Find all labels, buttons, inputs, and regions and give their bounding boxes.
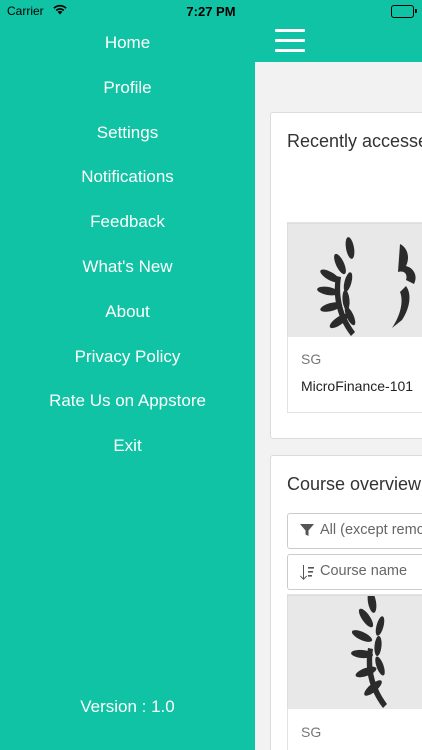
course-sort-label: Course name — [320, 563, 408, 579]
menu-item-privacy-policy[interactable]: Privacy Policy — [0, 335, 255, 380]
version-label: Version : 1.0 — [80, 697, 175, 716]
menu-item-notifications[interactable]: Notifications — [0, 155, 255, 200]
menu-item-settings[interactable]: Settings — [0, 111, 255, 156]
hamburger-menu-icon[interactable] — [275, 29, 305, 53]
laurel-logo-icon — [317, 237, 416, 336]
course-filter-label: All (except removed from view) — [320, 522, 422, 538]
menu-item-home[interactable]: Home — [0, 21, 255, 66]
course-overview-title: Course overview — [287, 474, 422, 494]
menu-item-feedback[interactable]: Feedback — [0, 200, 255, 245]
course-category: SG — [301, 351, 322, 367]
course-image[interactable] — [287, 223, 422, 337]
course-overview-card: Course overview All (except removed from… — [270, 455, 422, 750]
menu-item-profile[interactable]: Profile — [0, 66, 255, 111]
clock: 7:27 PM — [186, 4, 236, 19]
course-name-link[interactable]: MicroFinance-101 — [301, 378, 413, 394]
course-filter-dropdown[interactable]: All (except removed from view) — [287, 513, 422, 549]
menu-item-rate-us[interactable]: Rate Us on Appstore — [0, 379, 255, 424]
status-bar: Carrier 7:27 PM — [0, 0, 422, 22]
drawer-menu: Home Profile Settings Notifications Feed… — [0, 21, 255, 469]
main-content: Recently accessed courses — [255, 62, 422, 750]
laurel-logo-icon — [351, 596, 387, 708]
side-drawer: Home Profile Settings Notifications Feed… — [0, 22, 255, 750]
recent-courses-card: Recently accessed courses — [270, 112, 422, 439]
menu-item-whats-new[interactable]: What's New — [0, 245, 255, 290]
course-image[interactable] — [287, 595, 422, 709]
menu-item-about[interactable]: About — [0, 290, 255, 335]
menu-item-exit[interactable]: Exit — [0, 424, 255, 469]
course-sort-dropdown[interactable]: Course name — [287, 554, 422, 590]
filter-icon — [300, 523, 314, 541]
recent-courses-title: Recently accessed courses — [287, 131, 422, 151]
sort-alpha-icon — [300, 564, 316, 586]
battery-icon — [391, 5, 417, 18]
course-category: SG — [301, 724, 322, 740]
